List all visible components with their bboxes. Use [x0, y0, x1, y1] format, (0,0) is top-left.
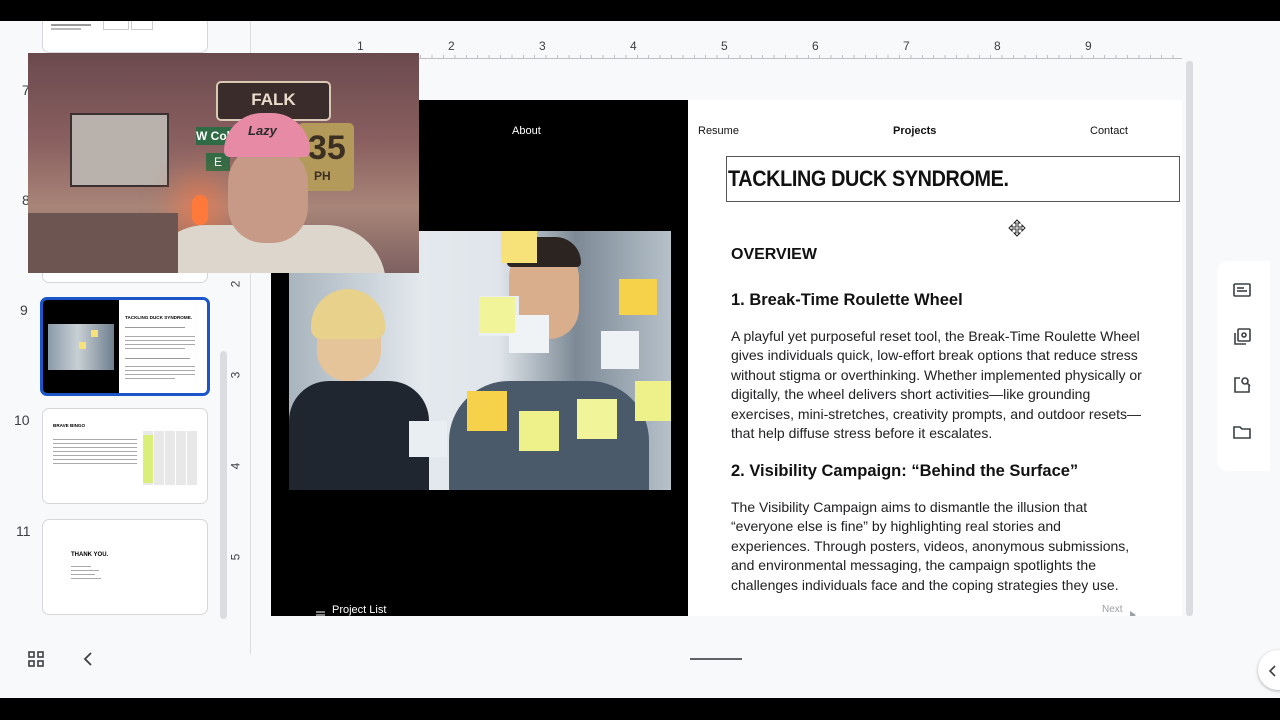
move-cursor-icon	[1008, 219, 1026, 237]
sticky-note	[601, 331, 639, 369]
slide-number-11: 11	[16, 523, 31, 539]
nav-resume[interactable]: Resume	[698, 125, 739, 137]
webcam-overlay: FALK BRIDGE W Col E 35 PH Lazy	[28, 53, 419, 273]
folder-icon[interactable]	[1232, 422, 1252, 442]
vertical-ruler: 2 3 4 5	[228, 280, 243, 561]
slides-editor: 7 8 9 TACKLING DUCK SYNDROME. 10 BRAVE B…	[0, 21, 1280, 698]
thumb-title: THANK YOU.	[71, 552, 109, 558]
slide-thumbnail-9[interactable]: TACKLING DUCK SYNDROME.	[40, 297, 210, 396]
title-textbox[interactable]: TACKLING DUCK SYNDROME.	[726, 156, 1180, 202]
slide-thumbnail-11[interactable]: THANK YOU.	[42, 519, 208, 615]
grid-icon[interactable]	[28, 651, 44, 667]
section-heading-1: 1. Break-Time Roulette Wheel	[731, 291, 963, 309]
nav-about[interactable]: About	[512, 125, 541, 137]
sticky-note	[619, 279, 657, 315]
chevron-left-icon	[1268, 664, 1276, 677]
sticky-note	[501, 231, 537, 263]
slide-title: TACKLING DUCK SYNDROME.	[728, 166, 1009, 191]
slide-thumbnail-10[interactable]: BRAVE BINGO	[42, 408, 208, 504]
chevron-left-icon[interactable]	[82, 652, 94, 666]
filmstrip-scrollbar[interactable]	[220, 351, 227, 619]
play-arrow-icon[interactable]	[1129, 606, 1137, 616]
sticky-note	[409, 421, 447, 457]
thumb-title: BRAVE BINGO	[53, 423, 86, 428]
notes-icon[interactable]	[1232, 280, 1252, 300]
thumb-title: TACKLING DUCK SYNDROME.	[125, 315, 193, 320]
canvas-scrollbar[interactable]	[1186, 61, 1193, 616]
nav-projects[interactable]: Projects	[893, 125, 936, 137]
next-link[interactable]: Next	[1102, 604, 1123, 615]
overview-heading: OVERVIEW	[731, 246, 817, 263]
slide-number-9: 9	[20, 302, 28, 318]
collapse-panel-button[interactable]	[1258, 650, 1280, 690]
sticky-note	[577, 399, 617, 439]
section-paragraph-1: A playful yet purposeful reset tool, the…	[731, 328, 1142, 442]
sticky-note	[519, 411, 559, 451]
project-list-link[interactable]: Project List	[332, 604, 386, 616]
slide-number-10: 10	[14, 412, 30, 428]
sticky-note	[635, 381, 671, 421]
hamburger-menu-icon[interactable]	[316, 606, 325, 616]
person-head	[228, 143, 308, 243]
section-paragraph-2: The Visibility Campaign aims to dismantl…	[731, 499, 1130, 593]
sticky-note	[509, 315, 549, 353]
sticky-note	[479, 297, 515, 333]
slide-thumbnail-6[interactable]	[42, 21, 208, 53]
canvas-resize-handle[interactable]	[690, 658, 742, 660]
nav-contact[interactable]: Contact	[1090, 125, 1128, 137]
section-heading-2: 2. Visibility Campaign: “Behind the Surf…	[731, 462, 1079, 480]
image-search-icon[interactable]	[1232, 375, 1252, 395]
layers-icon[interactable]	[1232, 327, 1252, 347]
sticky-note	[467, 391, 507, 431]
